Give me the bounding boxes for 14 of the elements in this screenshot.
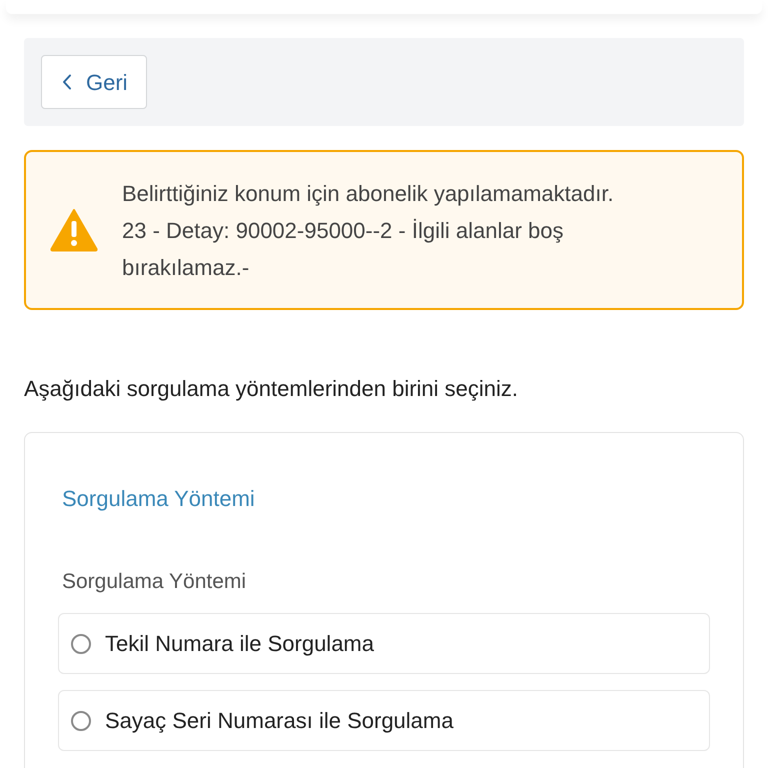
instruction-text: Aşağıdaki sorgulama yöntemlerinden birini seçiniz. xyxy=(24,375,520,403)
option-label: Sayaç Seri Numarası ile Sorgulama xyxy=(105,707,454,735)
radio-option[interactable]: Tekil Numara ile Sorgulama xyxy=(58,613,710,674)
radio-option[interactable]: Sayaç Seri Numarası ile Sorgulama xyxy=(58,690,710,751)
chevron-left-icon xyxy=(62,74,72,90)
card-title: Sorgulama Yöntemi xyxy=(62,485,256,513)
warning-icon xyxy=(50,208,98,252)
option-label: Tekil Numara ile Sorgulama xyxy=(105,630,374,658)
alert-detail: 23 - Detay: 90002-95000--2 - İlgili alanlar boş bırakılamaz.- xyxy=(122,216,564,282)
back-button[interactable]: Geri xyxy=(41,55,147,109)
alert-message: Belirttiğiniz konum için abonelik yapılamamaktadır. xyxy=(122,180,615,208)
radio-button[interactable] xyxy=(71,710,91,730)
radio-button[interactable] xyxy=(71,634,91,654)
field-label: Sorgulama Yöntemi xyxy=(62,569,248,595)
